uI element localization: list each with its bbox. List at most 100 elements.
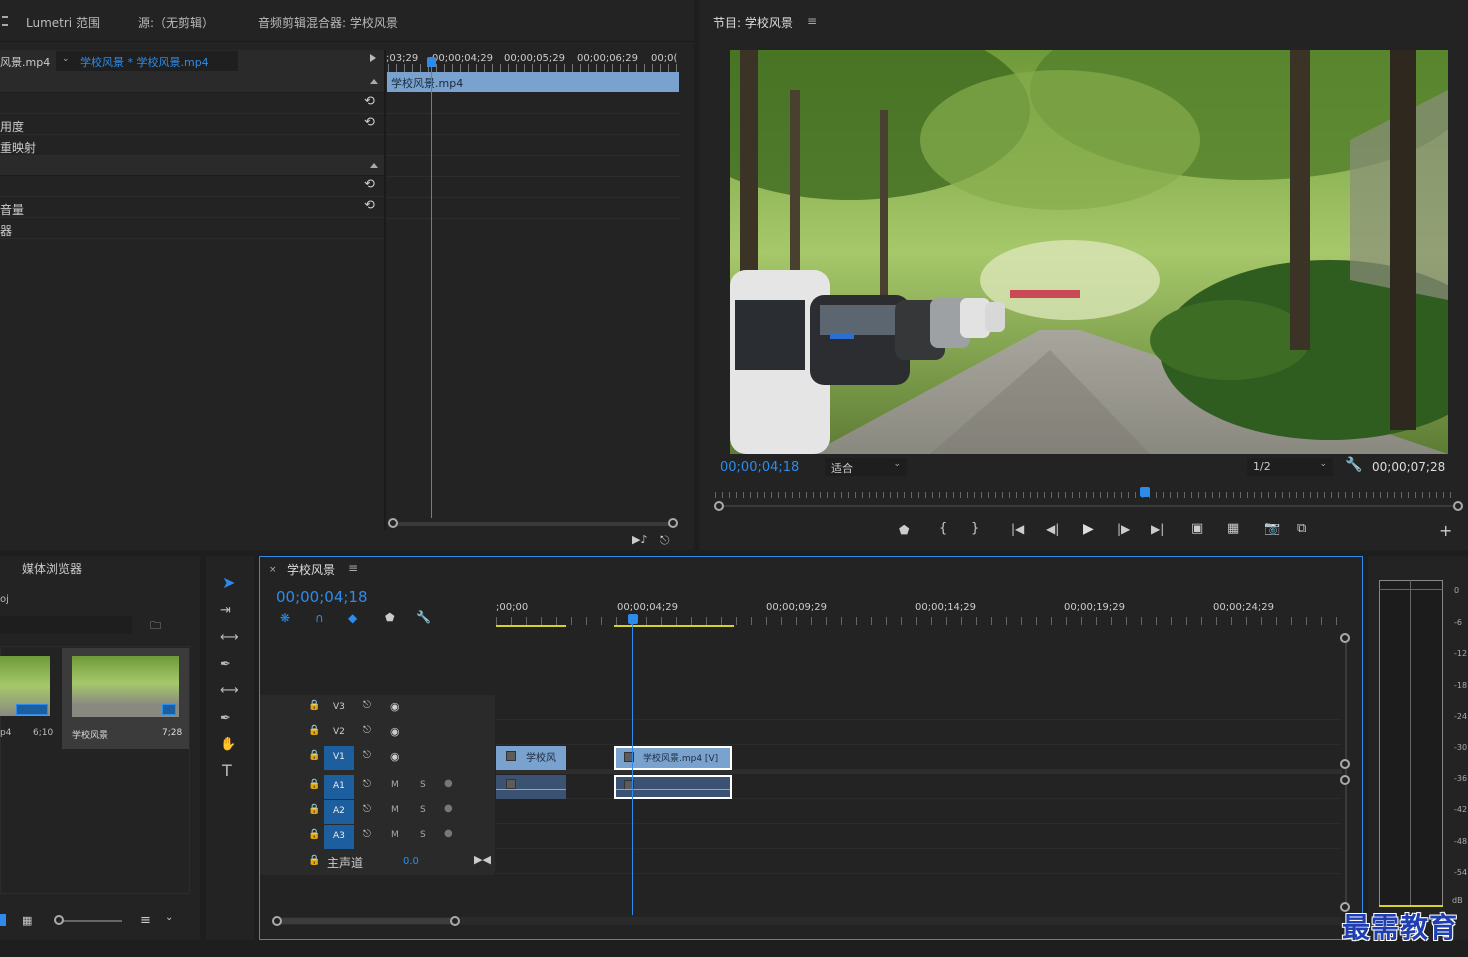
sort-icon[interactable]: ≡ [140, 913, 151, 928]
track-target-v1[interactable]: V1 [324, 746, 354, 770]
hand-tool-icon[interactable]: ✋ [220, 738, 236, 752]
reset-icon[interactable]: ⟲ [364, 94, 375, 109]
sync-lock-icon[interactable]: ⎋ [363, 750, 371, 761]
panel-menu-icon[interactable] [2, 16, 8, 26]
lock-icon[interactable]: 🔒 [308, 855, 320, 866]
vertical-scrollbar[interactable] [1345, 638, 1347, 908]
monitor-playhead[interactable] [1139, 487, 1150, 497]
expand-right-icon[interactable] [370, 54, 376, 62]
sync-lock-icon[interactable]: ⎋ [363, 700, 371, 711]
collapse-up-icon[interactable] [370, 163, 378, 168]
panel-menu-icon[interactable]: ≡ [807, 14, 817, 28]
zoom-slider-handle[interactable] [54, 915, 64, 925]
sync-lock-icon[interactable]: ⎋ [363, 829, 371, 840]
tab-lumetri-scopes[interactable]: Lumetri 范围 [26, 14, 100, 31]
scroll-handle-right[interactable] [668, 518, 678, 528]
eye-icon[interactable]: ◉ [390, 700, 400, 713]
slip-tool-icon[interactable]: ⟷ [220, 684, 239, 698]
video-frame[interactable] [730, 50, 1448, 454]
freeform-view-icon[interactable]: ▦ [22, 914, 32, 927]
track-target-a3[interactable]: A3 [324, 825, 354, 849]
razor-tool-icon[interactable]: ✒ [220, 658, 231, 672]
eye-icon[interactable]: ◉ [390, 725, 400, 738]
scroll-handle-left[interactable] [714, 501, 724, 511]
wrench-icon[interactable]: 🔧 [416, 610, 431, 624]
lock-icon[interactable]: 🔒 [308, 700, 320, 711]
mute-button[interactable]: M [391, 805, 399, 815]
scroll-handle-left[interactable] [388, 518, 398, 528]
play-icon[interactable]: ▶ [1083, 521, 1094, 537]
lock-icon[interactable]: 🔒 [308, 779, 320, 790]
track-row-a2[interactable] [496, 799, 1342, 824]
project-item-selected[interactable]: 学校风景 7;28 [62, 648, 189, 749]
mute-button[interactable]: M [391, 830, 399, 840]
audio-scrub-icon[interactable]: ▶♪ [632, 533, 647, 546]
ripple-edit-tool-icon[interactable]: ⟷ [220, 631, 239, 645]
zoom-slider[interactable] [60, 920, 122, 922]
tab-media-browser[interactable]: 媒体浏览器 [22, 560, 82, 577]
track-row-a3[interactable] [496, 824, 1342, 849]
work-area-bar[interactable] [496, 625, 566, 627]
list-view-icon[interactable] [0, 914, 6, 926]
sync-lock-icon[interactable]: ⎋ [363, 804, 371, 815]
snap-magnet-icon[interactable]: ∩ [315, 611, 324, 625]
step-forward-icon[interactable]: |▶ [1117, 522, 1130, 536]
tab-audio-clip-mixer[interactable]: 音频剪辑混合器: 学校风景 [258, 14, 398, 31]
track-target-a2[interactable]: A2 [324, 800, 354, 824]
track-row-master[interactable] [496, 849, 1342, 874]
sequence-tab[interactable]: 学校风景 [287, 561, 335, 578]
export-icon[interactable]: ⎋ [660, 533, 670, 548]
track-row-v2[interactable] [496, 720, 1342, 745]
linked-selection-icon[interactable]: ◆ [348, 611, 357, 625]
scroll-handle-right[interactable] [1453, 501, 1463, 511]
timeline-timecode[interactable]: 00;00;04;18 [276, 588, 368, 606]
mic-icon[interactable]: ● [444, 778, 453, 789]
close-icon[interactable]: × [269, 565, 277, 575]
lock-icon[interactable]: 🔒 [308, 750, 320, 761]
chevron-down-icon[interactable]: ⌄ [165, 912, 173, 923]
reset-icon[interactable]: ⟲ [364, 198, 375, 213]
sequence-clip-dropdown[interactable]: ⌄ 学校风景 * 学校风景.mp4 [56, 51, 238, 71]
mute-button[interactable]: M [391, 780, 399, 790]
go-to-in-icon[interactable]: |◀ [1011, 522, 1024, 536]
timeline-playhead-head[interactable] [628, 614, 638, 624]
panel-menu-icon[interactable]: ≡ [348, 561, 358, 575]
sync-lock-icon[interactable]: ⎋ [363, 725, 371, 736]
nest-icon[interactable]: ❋ [280, 611, 290, 625]
pen-tool-icon[interactable]: ✒ [220, 712, 231, 726]
camera-icon[interactable]: 📷 [1264, 521, 1280, 536]
video-clip[interactable]: 学校风 [496, 746, 566, 770]
ec-scrollbar[interactable] [392, 522, 674, 526]
search-input[interactable] [0, 616, 132, 634]
track-target-v2[interactable]: V2 [326, 722, 354, 744]
track-target-v3[interactable]: V3 [326, 697, 354, 719]
track-select-tool-icon[interactable]: ⇥ [220, 604, 231, 618]
audio-clip[interactable] [496, 775, 566, 799]
go-to-end-icon[interactable]: ▶◀ [474, 853, 491, 866]
selection-tool-icon[interactable]: ➤ [222, 575, 235, 591]
mic-icon[interactable]: ● [444, 803, 453, 814]
monitor-ruler-ticks[interactable] [715, 492, 1455, 498]
go-to-out-icon[interactable]: ▶| [1151, 522, 1164, 536]
lift-icon[interactable]: ▣ [1191, 521, 1203, 536]
solo-button[interactable]: S [420, 780, 426, 790]
add-button-icon[interactable]: + [1439, 521, 1452, 540]
lock-icon[interactable]: 🔒 [308, 804, 320, 815]
eye-icon[interactable]: ◉ [390, 750, 400, 763]
scroll-handle-left[interactable] [272, 916, 282, 926]
scroll-handle-right[interactable] [450, 916, 460, 926]
solo-button[interactable]: S [420, 805, 426, 815]
wrench-icon[interactable]: 🔧 [1345, 457, 1362, 473]
compare-icon[interactable]: ⧉ [1297, 521, 1306, 536]
reset-icon[interactable]: ⟲ [364, 115, 375, 130]
project-item[interactable]: p4 6;10 [0, 648, 58, 748]
program-timecode[interactable]: 00;00;04;18 [720, 460, 799, 475]
track-target-a1[interactable]: A1 [324, 775, 354, 799]
new-search-bin-icon[interactable]: 🗀 [150, 617, 161, 636]
resolution-dropdown[interactable]: 1/2 ⌄ [1247, 458, 1333, 476]
add-marker-icon[interactable]: ⬟ [385, 611, 395, 624]
lock-icon[interactable]: 🔒 [308, 725, 320, 736]
reset-icon[interactable]: ⟲ [364, 177, 375, 192]
fit-dropdown[interactable]: 适合 ⌄ [825, 458, 907, 476]
mark-in-icon[interactable]: { [939, 521, 947, 536]
